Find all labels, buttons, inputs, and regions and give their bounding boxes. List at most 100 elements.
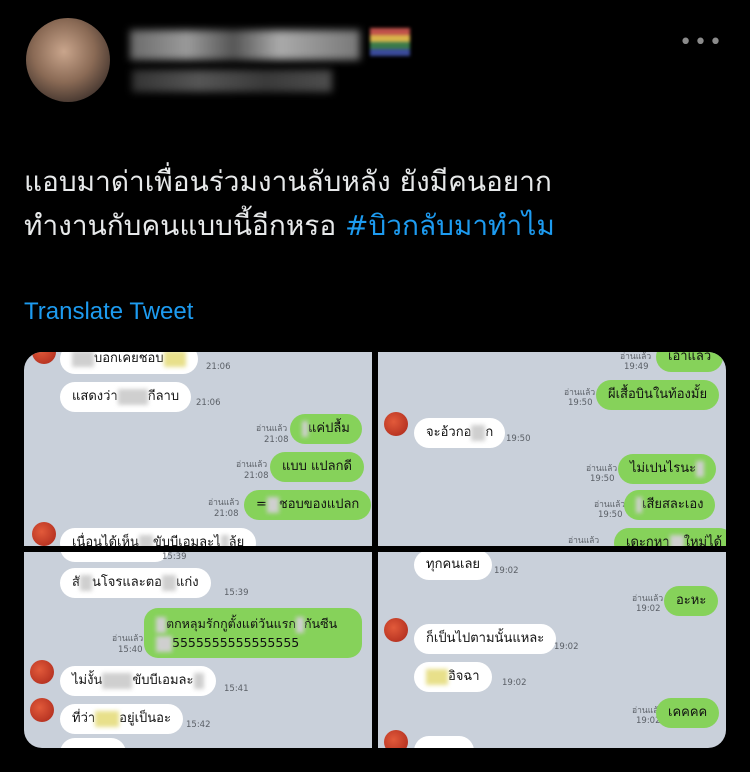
chat-bubble: ไม่เปนไรนะ (618, 454, 717, 484)
chat-read-receipt: อ่านแล้ว (632, 594, 664, 604)
chat-avatar (384, 412, 408, 436)
chat-bubble-multiline: ตกหลุมรักกูตั้งแต่วันแรก กันซีน 555555555… (144, 608, 362, 658)
chat-screenshot-1[interactable]: บอกเคยชอบ 21:06 แสดงว่า กีลาบ 21:06 อ่านแ… (24, 352, 372, 546)
chat-bubble-text: ที่ว่า (72, 711, 96, 726)
chat-time: 15:40 (118, 645, 143, 655)
chat-bubble-text: ใหม่ได้ (683, 535, 723, 546)
chat-time: 19:02 (494, 566, 519, 576)
chat-bubble-text: ไม่งั้น (72, 673, 103, 688)
chat-bubble: อิจฉา (414, 662, 492, 692)
chat-time: 19:02 (554, 642, 579, 652)
chat-avatar (32, 522, 56, 546)
chat-bubble: ที่ว่า อยู่เป็นอะ (60, 704, 183, 734)
chat-read-receipt: อ่านแล้ว (256, 424, 288, 434)
chat-time: 19:02 (636, 604, 661, 614)
chat-time: 15:42 (186, 720, 211, 730)
chat-bubble-text: แก่ง (175, 575, 199, 590)
chat-bubble (414, 736, 474, 748)
chat-bubble-text: เสียสละเอง (642, 497, 704, 512)
chat-bubble-text: กีลาบ (147, 389, 180, 404)
tweet-text-line-2: ทำงานกับคนแบบนี้อีกหรอ #บิวกลับมาทำไม (24, 204, 724, 248)
chat-bubble: ผีเสื้อบินในท้องมั้ย (596, 380, 720, 410)
chat-bubble: ก็เป็นไปตามนั้นแหละ (414, 624, 557, 654)
chat-bubble-text: สั (72, 575, 80, 590)
chat-time: 21:06 (196, 398, 221, 408)
chat-bubble: เคคคค (656, 698, 720, 728)
tweet-text-line-1: แอบมาด่าเพื่อนร่วมงานลับหลัง ยังมีคนอยาก (24, 165, 552, 198)
chat-screenshot-3[interactable]: 15:39 สั นโจรและตอ แก่ง 15:39 อ่านแล้ว 15:… (24, 552, 372, 748)
chat-time: 19:50 (506, 434, 531, 444)
chat-bubble-text: ก (485, 425, 494, 440)
chat-bubble: สั นโจรและตอ แก่ง (60, 568, 211, 598)
chat-time: 15:39 (224, 588, 249, 598)
chat-bubble-text: อยู่เป็นอะ (119, 711, 171, 726)
chat-time: 19:02 (502, 678, 527, 688)
chat-time: 21:08 (264, 435, 289, 445)
chat-bubble: บอกเคยชอบ (60, 352, 198, 374)
chat-bubble-text: อิจฉา (448, 669, 480, 684)
chat-bubble-text: 5555555555555555 (172, 635, 300, 650)
avatar[interactable] (26, 18, 110, 102)
chat-avatar (30, 660, 54, 684)
chat-bubble-text: กันซีน (303, 616, 338, 631)
username-blurred (132, 70, 332, 92)
chat-bubble: อะหะ (664, 586, 719, 616)
chat-bubble-text: ขับบีเอมละ (132, 673, 194, 688)
rainbow-flag-icon (370, 28, 410, 56)
chat-bubble-text: ล้ย (228, 535, 245, 546)
chat-bubble (60, 738, 126, 748)
chat-time: 15:39 (162, 552, 187, 562)
chat-avatar (30, 698, 54, 722)
chat-bubble: จะอ้วกอ ก (414, 418, 506, 448)
chat-time: 21:08 (214, 509, 239, 519)
chat-bubble-text: ชอบของแปลก (278, 497, 360, 512)
chat-read-receipt: อ่านแล้ว (586, 464, 618, 474)
tweet-header: ••• (0, 0, 750, 120)
chat-read-receipt: อ่านแล้ว (208, 498, 240, 508)
chat-bubble: เสียสละเอง (624, 490, 716, 520)
chat-bubble-text: บอกเคยชอบ (94, 352, 164, 366)
chat-bubble (60, 552, 170, 562)
chat-bubble: เดะกหา ใหม่ได้ (614, 528, 726, 546)
chat-read-receipt: อ่านแล้ว (564, 388, 596, 398)
chat-bubble-text: = (256, 497, 267, 512)
chat-avatar (384, 730, 408, 748)
chat-bubble: ไม่งั้น ขับบีเอมละ (60, 666, 216, 696)
chat-bubble-text: ไม่เปนไรนะ (630, 461, 697, 476)
chat-bubble: แสดงว่า กีลาบ (60, 382, 192, 412)
chat-time: 19:50 (568, 398, 593, 408)
chat-read-receipt: อ่านแล้ว (568, 536, 600, 546)
chat-time: 19:50 (590, 474, 615, 484)
chat-bubble: เอาแล้ว (656, 352, 724, 372)
hashtag-link[interactable]: #บิวกลับมาทำไม (345, 209, 555, 242)
chat-read-receipt: อ่านแล้ว (594, 500, 626, 510)
chat-read-receipt: อ่านแล้ว (236, 460, 268, 470)
tweet-text: แอบมาด่าเพื่อนร่วมงานลับหลัง ยังมีคนอยาก… (24, 160, 724, 248)
chat-read-receipt: อ่านแล้ว (620, 352, 652, 362)
chat-time: 15:41 (224, 684, 249, 694)
chat-avatar (32, 352, 56, 364)
chat-bubble-text: นโจรและตอ (91, 575, 162, 590)
chat-screenshot-2[interactable]: อ่านแล้ว 19:49 เอาแล้ว อ่านแล้ว 19:50 ผี… (378, 352, 726, 546)
chat-bubble-text: แสดงว่า (72, 389, 118, 404)
chat-bubble: แบบ แปลกดี (270, 452, 364, 482)
chat-time: 21:08 (244, 471, 269, 481)
chat-screenshot-4[interactable]: ทุกคนเลย 19:02 อ่านแล้ว 19:02 อะหะ ก็เป็… (378, 552, 726, 748)
chat-bubble: แค่ปลื้ม (290, 414, 362, 444)
chat-bubble: = ชอบของแปลก (244, 490, 372, 520)
chat-time: 19:50 (598, 510, 623, 520)
chat-bubble-text: จะอ้วกอ (426, 425, 472, 440)
translate-tweet-link[interactable]: Translate Tweet (24, 298, 193, 326)
more-options-icon[interactable]: ••• (679, 30, 724, 55)
tweet-text-line-2-body: ทำงานกับคนแบบนี้อีกหรอ (24, 209, 346, 242)
display-name-blurred[interactable] (130, 30, 360, 60)
chat-bubble-text: ขับบีเอมละไ (152, 535, 221, 546)
chat-bubble: เนื่อนได้เห็น ขับบีเอมละไ ล้ย (60, 528, 257, 546)
chat-bubble-text: ตกหลุมรักกูตั้งแต่วันแรก (166, 616, 296, 631)
chat-time: 19:49 (624, 362, 649, 372)
chat-read-receipt: อ่านแล้ว (112, 634, 144, 644)
tweet-media-grid[interactable]: บอกเคยชอบ 21:06 แสดงว่า กีลาบ 21:06 อ่านแ… (24, 352, 726, 748)
chat-time: 21:06 (206, 362, 231, 372)
chat-avatar (384, 618, 408, 642)
chat-bubble-text: เนื่อนได้เห็น (72, 535, 139, 546)
